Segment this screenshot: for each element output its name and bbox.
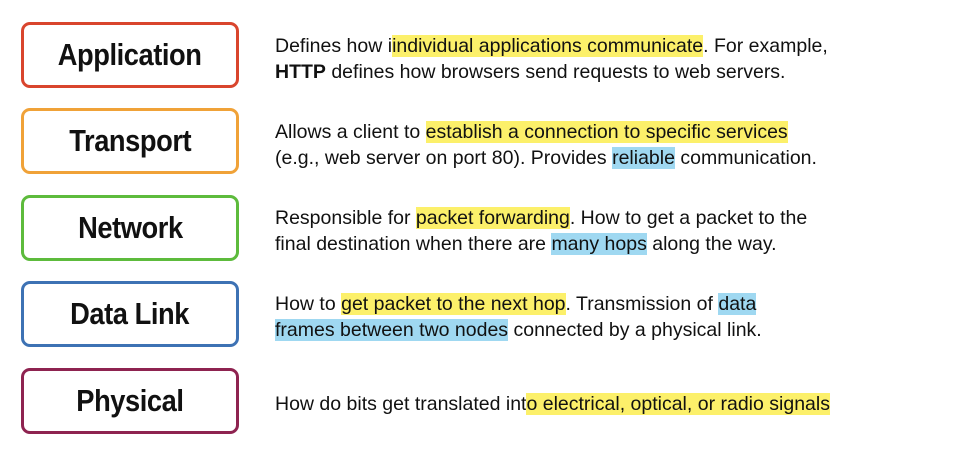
text-segment: . Transmission of: [565, 293, 719, 315]
layer-name: Application: [58, 37, 202, 72]
highlight-yellow: get packet to the next hop: [341, 293, 566, 315]
description-line: How to get packet to the next hop. Trans…: [275, 291, 945, 317]
highlight-blue: data: [718, 293, 757, 315]
layer-box-application: Application: [21, 22, 239, 88]
text-segment: along the way.: [646, 233, 777, 255]
layer-box-data-link: Data Link: [21, 281, 239, 347]
highlight-yellow: o electrical, optical, or radio signals: [526, 393, 830, 415]
text-segment: defines how browsers send requests to we…: [325, 61, 786, 83]
text-segment: (e.g., web server on port 80). Provides: [275, 147, 613, 169]
layer-description-physical: How do bits get translated into electric…: [275, 391, 945, 417]
layer-description-data-link: How to get packet to the next hop. Trans…: [275, 291, 945, 343]
description-line: HTTP defines how browsers send requests …: [275, 59, 945, 85]
text-segment: Defines how i: [275, 35, 393, 57]
layer-description-application: Defines how iindividual applications com…: [275, 33, 945, 85]
text-segment: communication.: [674, 147, 817, 169]
layer-name: Network: [77, 210, 183, 245]
layer-name: Physical: [76, 383, 184, 418]
bold-term: HTTP: [275, 61, 326, 83]
description-line: Responsible for packet forwarding. How t…: [275, 205, 945, 231]
text-segment: Allows a client to: [275, 121, 426, 143]
description-line: Defines how iindividual applications com…: [275, 33, 945, 59]
highlight-yellow: packet forwarding: [415, 207, 570, 229]
layer-name: Data Link: [70, 296, 190, 331]
highlight-yellow: establish a connection to specific servi…: [425, 121, 788, 143]
text-segment: How to: [275, 293, 342, 315]
text-segment: How do bits get translated int: [275, 393, 527, 415]
layer-box-network: Network: [21, 195, 239, 261]
layer-name: Transport: [69, 123, 191, 158]
description-line: frames between two nodes connected by a …: [275, 317, 945, 343]
text-segment: connected by a physical link.: [508, 319, 762, 341]
highlight-blue: frames between two nodes: [275, 319, 509, 341]
description-line: How do bits get translated into electric…: [275, 391, 945, 417]
layer-description-network: Responsible for packet forwarding. How t…: [275, 205, 945, 257]
layer-box-physical: Physical: [21, 368, 239, 434]
layer-description-transport: Allows a client to establish a connectio…: [275, 119, 945, 171]
description-line: Allows a client to establish a connectio…: [275, 119, 945, 145]
text-segment: Responsible for: [275, 207, 416, 229]
layer-box-transport: Transport: [21, 108, 239, 174]
highlight-yellow: individual applications communicate: [392, 35, 704, 57]
description-line: final destination when there are many ho…: [275, 231, 945, 257]
text-segment: . How to get a packet to the: [569, 207, 808, 229]
text-segment: . For example,: [703, 35, 828, 57]
highlight-blue: many hops: [551, 233, 647, 255]
text-segment: final destination when there are: [275, 233, 552, 255]
highlight-blue: reliable: [612, 147, 675, 169]
description-line: (e.g., web server on port 80). Provides …: [275, 145, 945, 171]
